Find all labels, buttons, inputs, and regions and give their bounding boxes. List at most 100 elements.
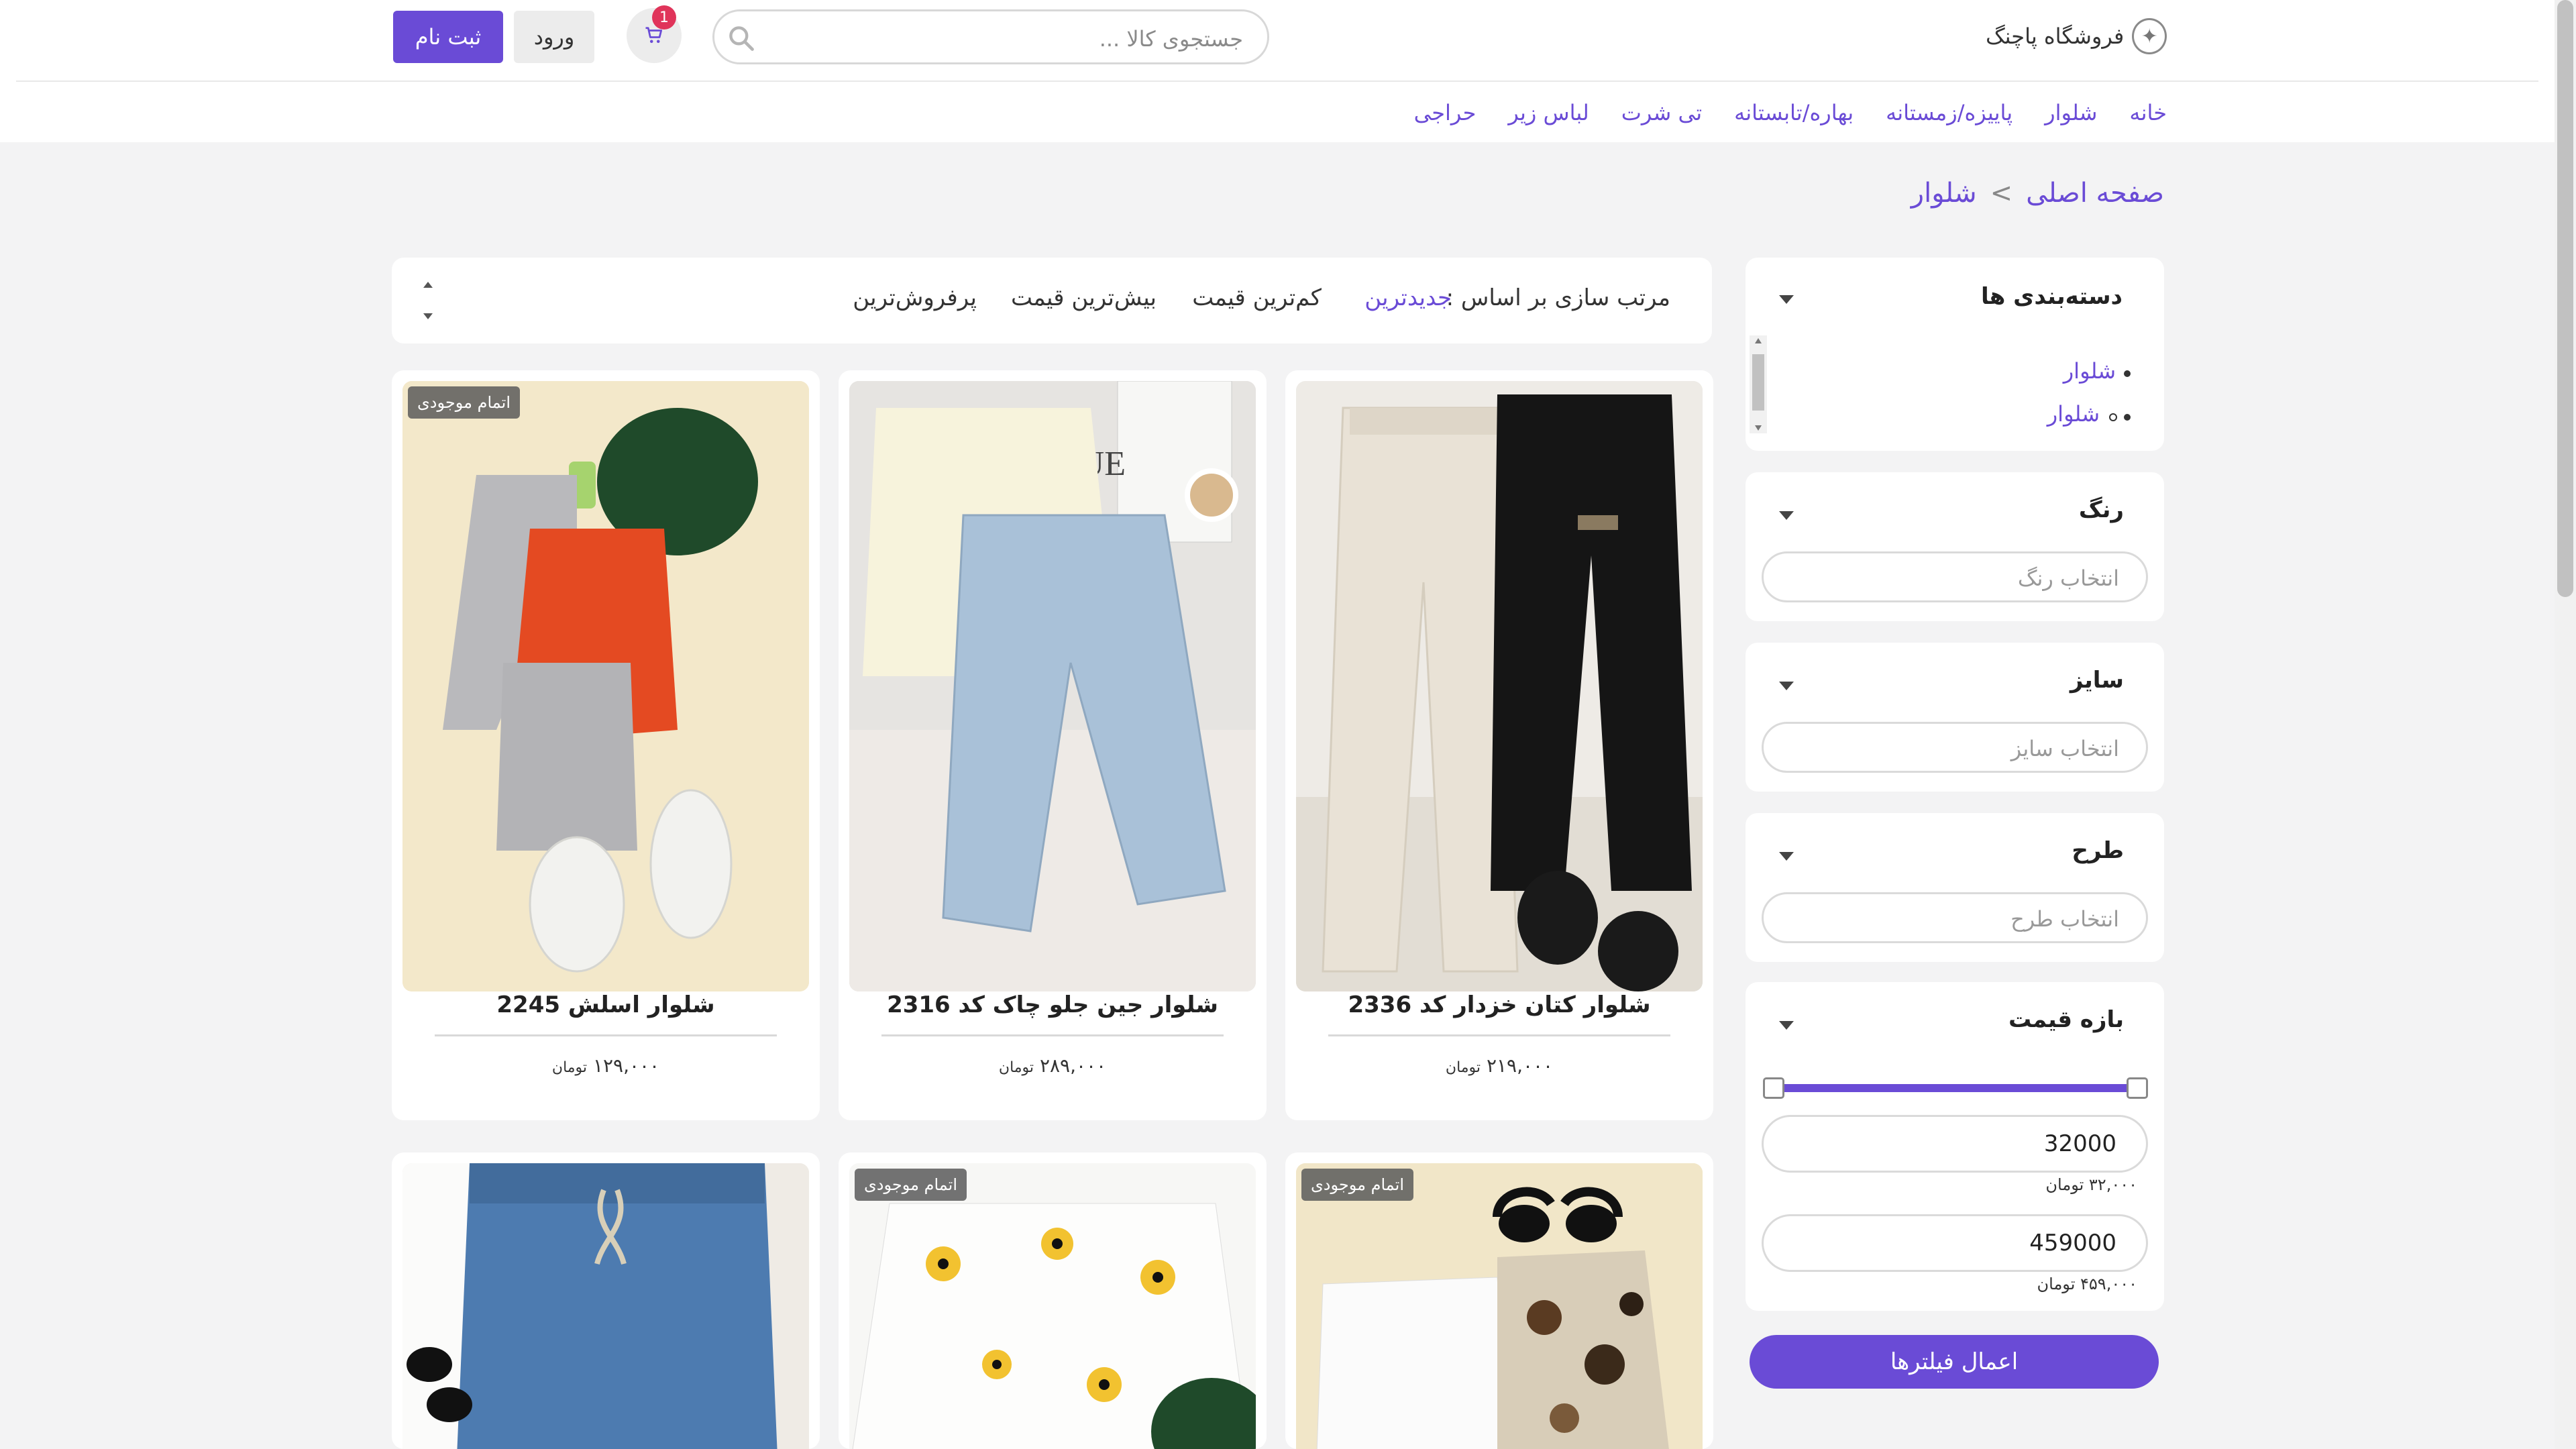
header-divider (16, 80, 2538, 82)
breadcrumb-current[interactable]: شلوار (1911, 178, 1977, 209)
product-card[interactable]: شلوار کتان خزدار کد 2336 ۲۱۹,۰۰۰ تومان (1285, 370, 1713, 1120)
product-image[interactable]: VOGUE (849, 381, 1256, 991)
nav-tshirt[interactable]: تی شرت (1621, 100, 1702, 125)
site-header: ✦ فروشگاه پاچنگ جستجوی کالا ... 1 ورود ث… (0, 0, 2555, 142)
product-card[interactable]: اتمام موجودی شلوار اسلش 2245 ۱۲۹,۰۰۰ توم… (392, 370, 820, 1120)
price-currency: تومان (1445, 1059, 1481, 1076)
product-title[interactable]: شلوار جین جلو چاک کد 2316 (839, 991, 1267, 1018)
price-slider-track[interactable] (1775, 1084, 2141, 1092)
categories-scroll-thumb[interactable] (1752, 354, 1764, 411)
pattern-placeholder: انتخاب طرح (2010, 906, 2119, 932)
categories-scrollbar[interactable] (1750, 335, 1767, 433)
categories-title: دسته‌بندی ها (1980, 283, 2123, 310)
filter-color: رنگ انتخاب رنگ (1746, 472, 2164, 621)
pants-illustration (1296, 381, 1703, 991)
apply-filters-button[interactable]: اعمال فیلترها (1750, 1335, 2159, 1389)
product-title[interactable]: شلوار اسلش 2245 (392, 991, 820, 1018)
search-placeholder: جستجوی کالا ... (1099, 26, 1243, 52)
product-price: ۲۸۹,۰۰۰ تومان (839, 1055, 1267, 1077)
chevron-down-icon[interactable] (1779, 511, 1794, 520)
cart-count-badge: 1 (652, 5, 676, 30)
color-select[interactable]: انتخاب رنگ (1762, 551, 2148, 602)
chevron-down-icon[interactable] (1779, 682, 1794, 690)
kite-logo-icon: ✦ (2132, 18, 2167, 54)
sort-option-newest[interactable]: جدیدترین (1364, 284, 1452, 311)
nav-home[interactable]: خانه (2129, 100, 2167, 125)
brand-name: فروشگاه پاچنگ (1986, 23, 2125, 49)
chevron-down-icon[interactable] (1779, 1021, 1794, 1030)
subcategory-item[interactable]: شلوار (2047, 401, 2100, 427)
joggers-illustration (402, 381, 809, 991)
product-divider (881, 1034, 1224, 1036)
product-price: ۱۲۹,۰۰۰ تومان (392, 1055, 820, 1077)
price-min-caption: ۳۲,۰۰۰ تومان (2045, 1175, 2137, 1194)
product-image[interactable] (402, 1163, 809, 1449)
sort-bar: مرتب سازی بر اساس : جدیدترین کم‌ترین قیم… (392, 258, 1712, 343)
nav-pants[interactable]: شلوار (2045, 100, 2097, 125)
price-min-input[interactable]: 32000 (1762, 1115, 2148, 1173)
product-card[interactable]: اتمام موجودی (1285, 1152, 1713, 1449)
size-select[interactable]: انتخاب سایز (1762, 722, 2148, 773)
product-card[interactable]: VOGUE شلوار جین جلو چاک کد 2316 ۲۸۹,۰۰۰ … (839, 370, 1267, 1120)
price-max-value: 459000 (2029, 1230, 2116, 1256)
size-title: سایز (2070, 667, 2124, 694)
out-of-stock-badge: اتمام موجودی (1301, 1169, 1413, 1201)
price-max-caption: ۴۵۹,۰۰۰ تومان (2037, 1275, 2137, 1293)
sort-option-lowest-price[interactable]: کم‌ترین قیمت (1192, 284, 1322, 311)
filter-size: سایز انتخاب سایز (1746, 643, 2164, 792)
page-scrollbar[interactable] (2555, 0, 2576, 1449)
brand[interactable]: ✦ فروشگاه پاچنگ (1986, 17, 2167, 55)
bullet-icon (2124, 370, 2131, 377)
product-price: ۲۱۹,۰۰۰ تومان (1285, 1055, 1713, 1077)
out-of-stock-badge: اتمام موجودی (855, 1169, 967, 1201)
product-card[interactable] (392, 1152, 820, 1449)
signup-button[interactable]: ثبت نام (393, 11, 503, 63)
product-title[interactable]: شلوار کتان خزدار کد 2336 (1285, 991, 1713, 1018)
chevron-down-icon[interactable] (1779, 295, 1794, 304)
cart-button[interactable]: 1 (627, 5, 682, 63)
price-currency: تومان (998, 1059, 1034, 1076)
pattern-select[interactable]: انتخاب طرح (1762, 892, 2148, 943)
shirt-illustration (849, 1163, 1256, 1449)
nav-sale[interactable]: حراجی (1414, 100, 1477, 125)
filter-pattern: طرح انتخاب طرح (1746, 813, 2164, 962)
price-currency: تومان (551, 1059, 588, 1076)
product-image[interactable] (1296, 381, 1703, 991)
product-image[interactable]: اتمام موجودی (1296, 1163, 1703, 1449)
nav-spring-summer[interactable]: بهاره/تابستانه (1734, 100, 1854, 125)
price-value: ۲۱۹,۰۰۰ (1486, 1055, 1554, 1077)
price-max-input[interactable]: 459000 (1762, 1214, 2148, 1272)
sub-bullet-icon (2109, 413, 2117, 421)
jeans-illustration: VOGUE (849, 381, 1256, 991)
price-title: بازه قیمت (2008, 1006, 2124, 1033)
sort-spinner[interactable] (417, 282, 439, 319)
print-pants-illustration (1296, 1163, 1703, 1449)
product-divider (1328, 1034, 1670, 1036)
spin-up-icon[interactable] (423, 282, 433, 288)
spin-down-icon[interactable] (423, 313, 433, 319)
category-item[interactable]: شلوار (2063, 358, 2116, 384)
search-input[interactable]: جستجوی کالا ... (712, 9, 1269, 64)
login-button[interactable]: ورود (514, 11, 594, 63)
page-scroll-thumb[interactable] (2557, 0, 2573, 597)
sort-option-highest-price[interactable]: بیش‌ترین قیمت (1011, 284, 1157, 311)
main-nav: خانه شلوار پاییزه/زمستانه بهاره/تابستانه… (1414, 94, 2167, 131)
nav-autumn-winter[interactable]: پاییزه/زمستانه (1886, 100, 2012, 125)
color-title: رنگ (2078, 496, 2124, 523)
sort-option-bestseller[interactable]: پرفروش‌ترین (853, 284, 977, 311)
price-min-value: 32000 (2043, 1130, 2116, 1157)
product-card[interactable]: اتمام موجودی (839, 1152, 1267, 1449)
jeans-illustration (402, 1163, 809, 1449)
breadcrumb-separator: > (1990, 178, 2013, 209)
search-icon[interactable] (727, 23, 756, 53)
price-slider-max-handle[interactable] (2127, 1077, 2148, 1099)
product-image[interactable]: اتمام موجودی (402, 381, 809, 991)
product-image[interactable]: اتمام موجودی (849, 1163, 1256, 1449)
nav-underwear[interactable]: لباس زیر (1508, 100, 1589, 125)
price-value: ۱۲۹,۰۰۰ (592, 1055, 660, 1077)
price-slider-min-handle[interactable] (1763, 1077, 1784, 1099)
chevron-down-icon[interactable] (1779, 852, 1794, 861)
breadcrumb-home[interactable]: صفحه اصلی (2026, 178, 2164, 209)
color-placeholder: انتخاب رنگ (2017, 566, 2119, 591)
breadcrumb: صفحه اصلی > شلوار (1905, 173, 2164, 213)
